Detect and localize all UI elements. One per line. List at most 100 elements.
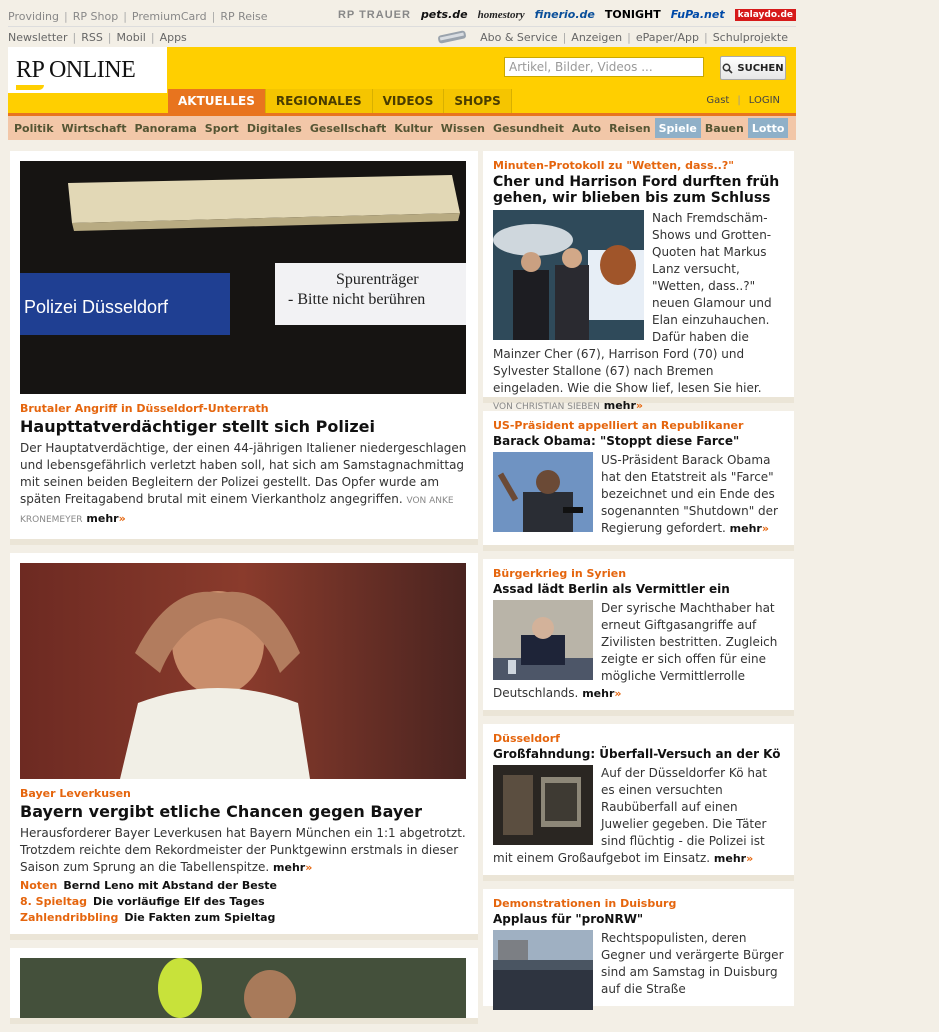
link-abo-service[interactable]: Abo & Service (480, 31, 557, 44)
lead-image-football[interactable] (20, 563, 466, 779)
partner-tonight[interactable]: TONIGHT (605, 8, 661, 21)
subnav-panorama[interactable]: Panorama (130, 118, 200, 138)
lead-image-3[interactable] (20, 958, 466, 1018)
link-newsletter[interactable]: Newsletter (8, 31, 67, 44)
link-mobil[interactable]: Mobil (117, 31, 146, 44)
side-thumb[interactable] (493, 452, 593, 532)
lead-image-evidence[interactable]: Polizei Düsseldorf Spurenträger - Bitte … (20, 161, 466, 394)
side-headline[interactable]: Barack Obama: "Stoppt diese Farce" (493, 434, 784, 448)
partner-kalaydo[interactable]: kalaydo.de (734, 8, 796, 21)
side-body: Der syrische Machthaber hat erneut Giftg… (493, 600, 784, 702)
lead-article-2: Bayer Leverkusen Bayern vergibt etliche … (10, 553, 478, 940)
secondary-links-right: Abo & Service | Anzeigen | ePaper/App | Sch… (436, 27, 788, 47)
search-input[interactable]: Artikel, Bilder, Videos ... (504, 57, 704, 77)
side-thumb[interactable] (493, 210, 644, 340)
lead1-teaser: Der Hauptatverdächtige, der einen 44-jäh… (20, 440, 468, 529)
subnav-gesundheit[interactable]: Gesundheit (489, 118, 568, 138)
side-article: Düsseldorf Großfahndung: Überfall-Versuc… (483, 724, 794, 881)
side-kicker[interactable]: Demonstrationen in Duisburg (493, 897, 784, 910)
subnav-gesellschaft[interactable]: Gesellschaft (306, 118, 390, 138)
lead1-headline[interactable]: Haupttatverdächtiger stellt sich Polizei (20, 417, 468, 436)
related-link[interactable]: 8. Spieltag Die vorläufige Elf des Tages (20, 895, 468, 908)
side-headline[interactable]: Assad lädt Berlin als Vermittler ein (493, 582, 784, 596)
subnav-sport[interactable]: Sport (201, 118, 243, 138)
subnav-bauen[interactable]: Bauen (701, 118, 748, 138)
side-body: US-Präsident Barack Obama hat den Etatst… (493, 452, 784, 537)
side-kicker[interactable]: Düsseldorf (493, 732, 784, 745)
toplink-premiumcard[interactable]: PremiumCard (132, 10, 207, 23)
mainnav-shops[interactable]: SHOPS (444, 89, 512, 113)
lead2-kicker[interactable]: Bayer Leverkusen (20, 787, 468, 800)
wetten-dass-photo (493, 210, 644, 340)
lead2-more-link[interactable]: mehr» (273, 861, 312, 874)
subnav-wirtschaft[interactable]: Wirtschaft (58, 118, 131, 138)
jeweler-photo (493, 765, 593, 845)
side-thumb[interactable] (493, 930, 593, 1010)
subnav-digitales[interactable]: Digitales (243, 118, 306, 138)
partner-finerio[interactable]: finerio.de (535, 8, 595, 21)
toplink-rp-reise[interactable]: RP Reise (220, 10, 267, 23)
subnav-kultur[interactable]: Kultur (390, 118, 436, 138)
sub-nav: Politik Wirtschaft Panorama Sport Digita… (8, 116, 796, 140)
side-more-link[interactable]: mehr» (730, 522, 769, 535)
side-headline[interactable]: Cher und Harrison Ford durften früh gehe… (493, 174, 784, 206)
mainnav-videos[interactable]: VIDEOS (372, 89, 445, 113)
partner-fupa[interactable]: FuPa.net (671, 8, 725, 21)
subnav-politik[interactable]: Politik (10, 118, 58, 138)
lead-article-1: Polizei Düsseldorf Spurenträger - Bitte … (10, 151, 478, 545)
related-link[interactable]: Noten Bernd Leno mit Abstand der Beste (20, 879, 468, 892)
search-icon (722, 63, 733, 74)
subnav-auto[interactable]: Auto (568, 118, 605, 138)
lead1-more-link[interactable]: mehr» (86, 512, 125, 525)
evidence-sign-right-2: - Bitte nicht berühren (288, 291, 426, 308)
side-more-link[interactable]: mehr» (582, 687, 621, 700)
partner-pets[interactable]: pets.de (421, 8, 468, 21)
side-headline[interactable]: Großfahndung: Überfall-Versuch an der Kö (493, 747, 784, 761)
search-button-label: SUCHEN (737, 62, 784, 74)
lead-article-3 (10, 948, 478, 1024)
link-rss[interactable]: RSS (81, 31, 103, 44)
double-chevron-icon: » (614, 687, 622, 700)
side-body: Nach Fremdschäm-Shows und Grotten-Quoten… (493, 210, 784, 416)
main-column: Polizei Düsseldorf Spurenträger - Bitte … (10, 151, 478, 1032)
double-chevron-icon: » (761, 522, 769, 535)
toplink-providing[interactable]: Providing (8, 10, 59, 23)
guest-label: Gast (706, 95, 730, 106)
mainnav-regionales[interactable]: REGIONALES (265, 89, 373, 113)
site-header: RP ONLINE Artikel, Bilder, Videos ... SU… (8, 47, 796, 113)
subnav-lotto[interactable]: Lotto (747, 118, 789, 138)
partner-rp-trauer[interactable]: RP TRAUER (338, 9, 411, 21)
side-kicker[interactable]: Bürgerkrieg in Syrien (493, 567, 784, 580)
side-kicker[interactable]: Minuten-Protokoll zu "Wetten, dass..?" (493, 159, 784, 172)
lead2-headline[interactable]: Bayern vergibt etliche Chancen gegen Bay… (20, 802, 468, 821)
subnav-wissen[interactable]: Wissen (437, 118, 489, 138)
football-photo (20, 563, 466, 779)
partner-homestory[interactable]: homestory (478, 9, 525, 21)
link-apps[interactable]: Apps (160, 31, 187, 44)
link-epaper-app[interactable]: ePaper/App (636, 31, 699, 44)
main-nav: AKTUELLES REGIONALES VIDEOS SHOPS (168, 89, 512, 113)
side-thumb[interactable] (493, 765, 593, 845)
related-title: Die Fakten zum Spieltag (124, 911, 276, 924)
subnav-reisen[interactable]: Reisen (605, 118, 655, 138)
subnav-spiele[interactable]: Spiele (654, 118, 701, 138)
site-logo[interactable]: RP ONLINE (8, 47, 167, 93)
search-button[interactable]: SUCHEN (720, 56, 786, 80)
side-more-link[interactable]: mehr» (604, 399, 643, 412)
related-link[interactable]: Zahlendribbling Die Fakten zum Spieltag (20, 911, 468, 924)
side-thumb[interactable] (493, 600, 593, 680)
top-links-bar: Providing | RP Shop | PremiumCard | RP Reis… (8, 6, 796, 26)
toplink-rp-shop[interactable]: RP Shop (73, 10, 118, 23)
login-link[interactable]: LOGIN (749, 95, 780, 106)
side-headline[interactable]: Applaus für "proNRW" (493, 912, 784, 926)
link-anzeigen[interactable]: Anzeigen (571, 31, 622, 44)
mehr-label: mehr (86, 512, 119, 525)
side-kicker[interactable]: US-Präsident appelliert an Republikaner (493, 419, 784, 432)
evidence-sign-right-1: Spurenträger (336, 271, 419, 288)
lead2-teaser: Herausforderer Bayer Leverkusen hat Baye… (20, 825, 468, 876)
link-schulprojekte[interactable]: Schulprojekte (713, 31, 788, 44)
side-more-link[interactable]: mehr» (714, 852, 753, 865)
lead1-kicker[interactable]: Brutaler Angriff in Düsseldorf-Unterrath (20, 402, 468, 415)
mehr-label: mehr (713, 852, 747, 865)
mainnav-aktuelles[interactable]: AKTUELLES (168, 89, 266, 113)
